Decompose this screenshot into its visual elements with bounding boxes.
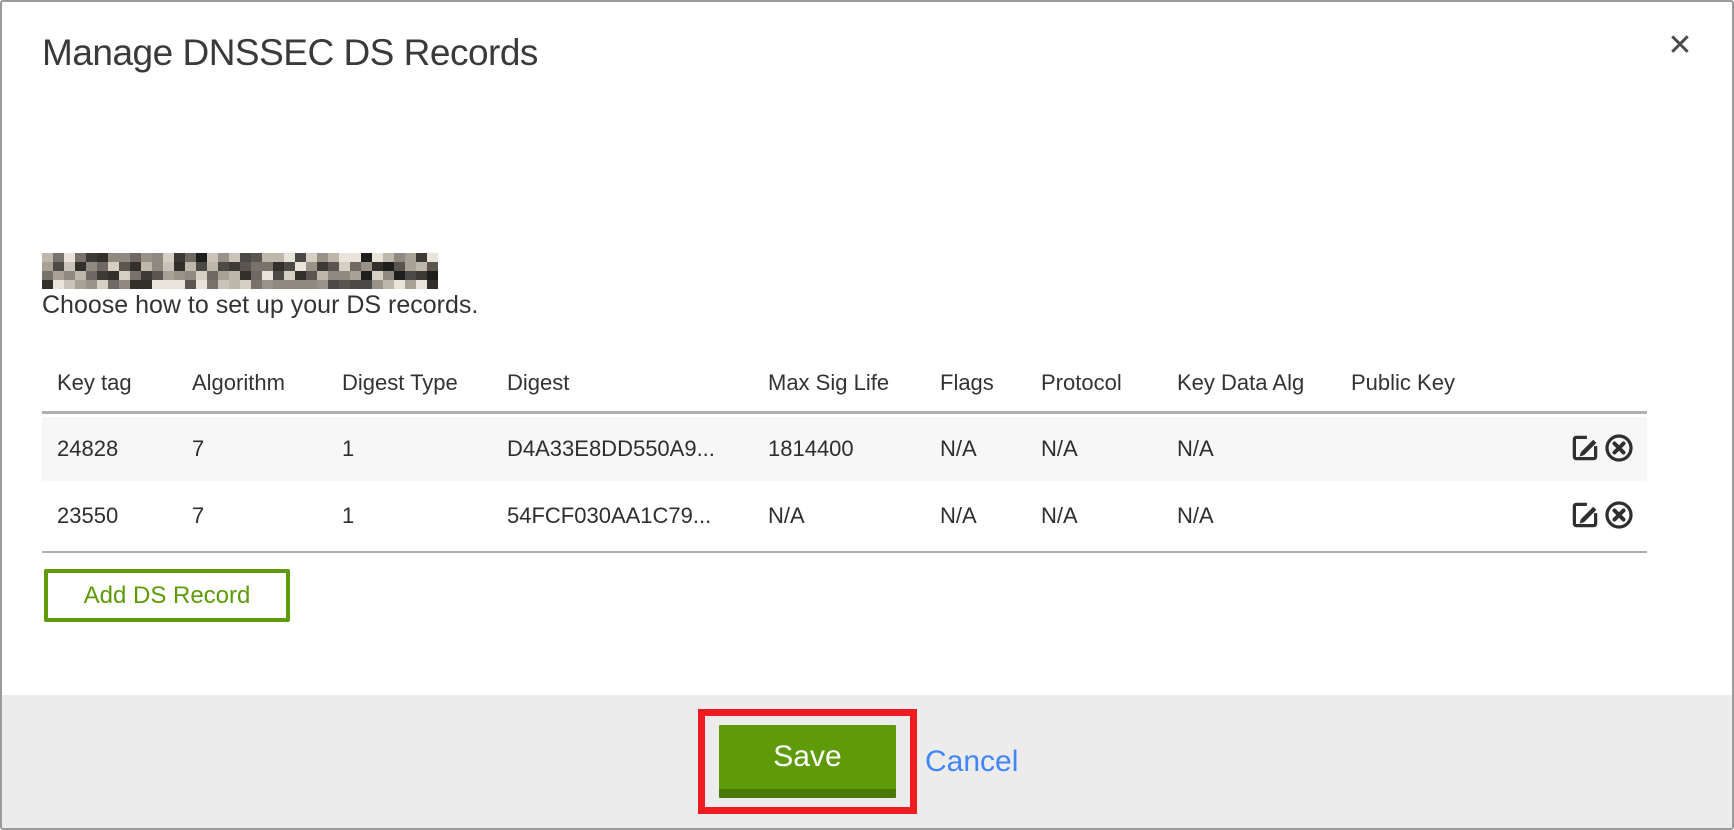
cell-key-data-alg: N/A [1162,436,1336,462]
edit-icon [1570,500,1600,532]
column-header-key-data-alg: Key Data Alg [1162,370,1336,396]
cell-flags: N/A [925,503,1026,529]
table-row: 23550 7 1 54FCF030AA1C79... N/A N/A N/A … [42,481,1647,553]
edit-record-button[interactable] [1569,500,1601,532]
delete-record-button[interactable] [1603,433,1635,465]
cell-key-tag: 23550 [42,503,177,529]
column-header-key-tag: Key tag [42,370,177,396]
cancel-link[interactable]: Cancel [925,745,1018,779]
edit-icon [1570,433,1600,465]
column-header-digest: Digest [492,370,753,396]
cell-algorithm: 7 [177,436,327,462]
cell-algorithm: 7 [177,503,327,529]
column-header-max-sig-life: Max Sig Life [753,370,925,396]
edit-record-button[interactable] [1569,433,1601,465]
column-header-digest-type: Digest Type [327,370,492,396]
annotation-highlight-red-box: Save [698,709,917,814]
delete-icon [1604,500,1634,532]
column-header-algorithm: Algorithm [177,370,327,396]
cell-digest-type: 1 [327,503,492,529]
close-button[interactable]: ✕ [1658,24,1702,68]
cell-max-sig-life: N/A [753,503,925,529]
cell-protocol: N/A [1026,436,1162,462]
cell-protocol: N/A [1026,503,1162,529]
dialog-title: Manage DNSSEC DS Records [42,32,538,74]
row-actions [1521,500,1647,532]
cell-key-data-alg: N/A [1162,503,1336,529]
cell-max-sig-life: 1814400 [753,436,925,462]
close-icon: ✕ [1667,28,1692,63]
save-button[interactable]: Save [719,725,896,798]
ds-records-table: Key tag Algorithm Digest Type Digest Max… [42,354,1647,553]
column-header-public-key: Public Key [1336,370,1521,396]
table-row: 24828 7 1 D4A33E8DD550A9... 1814400 N/A … [42,417,1647,481]
row-actions [1521,433,1647,465]
cell-digest: 54FCF030AA1C79... [492,503,753,529]
dnssec-ds-records-dialog: Manage DNSSEC DS Records ✕ Choose how to… [0,0,1734,830]
cell-flags: N/A [925,436,1026,462]
add-ds-record-button[interactable]: Add DS Record [44,569,290,622]
column-header-protocol: Protocol [1026,370,1162,396]
column-header-flags: Flags [925,370,1026,396]
cell-digest: D4A33E8DD550A9... [492,436,753,462]
cell-digest-type: 1 [327,436,492,462]
redacted-domain-name [42,253,438,289]
table-header-row: Key tag Algorithm Digest Type Digest Max… [42,354,1647,414]
dialog-subtitle: Choose how to set up your DS records. [42,291,478,320]
delete-icon [1604,433,1634,465]
cell-key-tag: 24828 [42,436,177,462]
dialog-footer: Save Cancel [2,695,1732,828]
delete-record-button[interactable] [1603,500,1635,532]
